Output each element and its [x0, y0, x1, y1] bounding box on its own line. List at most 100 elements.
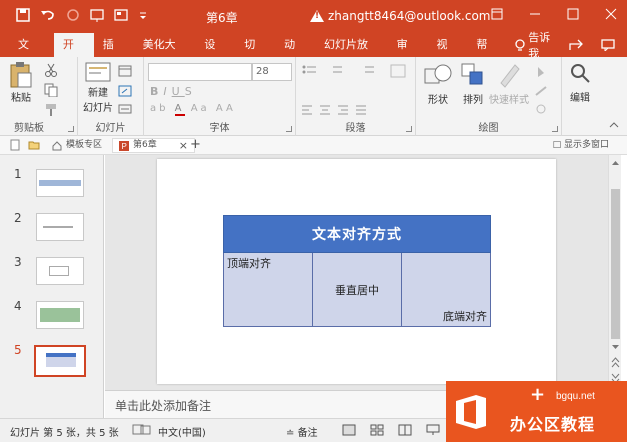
- tab-help[interactable]: 帮助: [467, 33, 507, 75]
- arrange-button[interactable]: 排列: [456, 61, 490, 106]
- bold-button[interactable]: B: [150, 85, 163, 98]
- paragraph-launcher[interactable]: [406, 126, 412, 132]
- ribbon-display-icon[interactable]: [491, 8, 503, 20]
- scroll-up-icon[interactable]: [611, 159, 620, 167]
- tab-beautify[interactable]: 美化大师: [134, 33, 196, 75]
- share-icon[interactable]: [569, 39, 583, 51]
- multi-window-toggle[interactable]: □ 显示多窗口: [553, 138, 609, 153]
- open-folder-icon[interactable]: [28, 140, 40, 150]
- tab-view[interactable]: 视图: [428, 33, 468, 75]
- slideshow-view-icon[interactable]: [426, 424, 440, 436]
- tab-home[interactable]: 开始: [53, 33, 94, 75]
- group-clipboard: 粘贴 剪贴板: [0, 57, 78, 136]
- cut-icon[interactable]: [44, 63, 58, 77]
- cell-top-aligned[interactable]: 顶端对齐: [223, 252, 313, 327]
- increase-font-icon[interactable]: A: [216, 103, 226, 114]
- copy-icon[interactable]: [44, 83, 58, 97]
- quick-styles-button[interactable]: 快速样式: [488, 61, 530, 106]
- comments-icon[interactable]: [601, 39, 615, 51]
- new-slide-button[interactable]: 新建 幻灯片: [82, 61, 114, 114]
- tab-slideshow[interactable]: 幻灯片放映: [315, 33, 388, 75]
- quick-access-toolbar: [16, 8, 148, 22]
- tab-transitions[interactable]: 切换: [235, 33, 275, 75]
- slides-group-label: 幻灯片: [95, 123, 126, 134]
- close-icon[interactable]: [605, 8, 617, 20]
- slide-thumbnail-3[interactable]: [36, 257, 84, 285]
- new-document-icon[interactable]: [10, 139, 20, 151]
- tab-design[interactable]: 设计: [195, 33, 235, 75]
- scroll-down-icon[interactable]: [611, 343, 620, 351]
- font-color-icon[interactable]: A: [174, 103, 185, 116]
- slide-thumbnail-1[interactable]: [36, 169, 84, 197]
- slide-sorter-icon[interactable]: [370, 424, 384, 436]
- quick-styles-icon: [500, 64, 520, 88]
- language-status[interactable]: 中文(中国): [158, 424, 206, 439]
- shape-effects-icon[interactable]: [534, 103, 552, 115]
- text-direction-icon[interactable]: [390, 64, 408, 78]
- tab-file[interactable]: 文件: [0, 33, 54, 75]
- line-spacing-icon[interactable]: [358, 65, 380, 77]
- shape-outline-icon[interactable]: [534, 85, 552, 97]
- account-info[interactable]: zhangtt8464@outlook.com: [310, 9, 491, 23]
- new-slide-icon: [85, 62, 111, 82]
- bullets-icon[interactable]: [302, 65, 324, 77]
- align-icons[interactable]: [302, 104, 402, 116]
- slide-5[interactable]: 文本对齐方式 顶端对齐 垂直居中 底端对齐: [157, 159, 556, 384]
- shadow-button[interactable]: S: [185, 85, 197, 98]
- tab-insert[interactable]: 插入: [94, 33, 134, 75]
- minimize-icon[interactable]: [529, 8, 541, 20]
- close-tab-icon[interactable]: ×: [179, 138, 188, 153]
- vertical-scrollbar[interactable]: [608, 155, 621, 390]
- save-icon[interactable]: [16, 8, 30, 22]
- layout-icon[interactable]: [118, 65, 136, 77]
- collapse-ribbon-icon[interactable]: [609, 121, 619, 129]
- multi-window-icon: □: [552, 140, 562, 150]
- maximize-icon[interactable]: [567, 8, 579, 20]
- font-launcher[interactable]: [286, 126, 292, 132]
- table-header[interactable]: 文本对齐方式: [223, 215, 491, 253]
- accessibility-icon[interactable]: [140, 424, 152, 436]
- alignment-table[interactable]: 文本对齐方式 顶端对齐 垂直居中 底端对齐: [223, 215, 491, 327]
- previous-slide-icon[interactable]: [611, 357, 620, 369]
- font-size-change-icon[interactable]: Aa: [191, 103, 210, 114]
- editing-button[interactable]: 编辑: [564, 61, 596, 104]
- slide-thumbnail-5[interactable]: [34, 345, 86, 377]
- text-highlight-icon[interactable]: ab: [150, 103, 168, 114]
- scrollbar-thumb[interactable]: [611, 189, 620, 339]
- decrease-font-icon[interactable]: A: [226, 103, 236, 114]
- cell-middle-aligned[interactable]: 垂直居中: [312, 252, 402, 327]
- customize-qat-icon[interactable]: [138, 8, 148, 22]
- paste-button[interactable]: 粘贴: [6, 61, 36, 104]
- italic-button[interactable]: I: [163, 85, 171, 98]
- tab-animations[interactable]: 动画: [275, 33, 315, 75]
- underline-button[interactable]: U: [172, 85, 185, 98]
- slide-icon[interactable]: [114, 8, 128, 22]
- notes-toggle[interactable]: ≐ 备注: [286, 424, 318, 439]
- drawing-launcher[interactable]: [552, 126, 558, 132]
- undo-icon[interactable]: [40, 8, 56, 22]
- normal-view-icon[interactable]: [342, 424, 356, 436]
- slide-thumbnail-2[interactable]: [36, 213, 84, 241]
- watermark-name: 办公区教程: [510, 415, 596, 434]
- clipboard-group-label: 剪贴板: [14, 123, 44, 134]
- new-slide-label-1: 新建: [88, 88, 108, 99]
- clipboard-launcher[interactable]: [68, 126, 74, 132]
- new-tab-icon[interactable]: +: [190, 137, 201, 152]
- redo-icon[interactable]: [66, 8, 80, 22]
- format-painter-icon[interactable]: [44, 103, 58, 117]
- reading-view-icon[interactable]: [398, 424, 412, 436]
- cell-bottom-aligned[interactable]: 底端对齐: [401, 252, 491, 327]
- present-icon[interactable]: [90, 8, 104, 22]
- shapes-button[interactable]: 形状: [420, 61, 456, 106]
- section-icon[interactable]: [118, 103, 136, 115]
- shape-fill-icon[interactable]: [534, 65, 552, 77]
- tab-document[interactable]: P 第6章 ×: [112, 138, 195, 153]
- notes-toggle-label: 备注: [297, 428, 318, 439]
- tab-template-zone[interactable]: 模板专区: [52, 138, 102, 153]
- reset-icon[interactable]: [118, 85, 136, 97]
- slide-thumbnail-4[interactable]: [36, 301, 84, 329]
- font-name-dropdown[interactable]: [148, 63, 252, 81]
- numbering-icon[interactable]: [328, 65, 350, 77]
- tab-review[interactable]: 审阅: [388, 33, 428, 75]
- font-size-dropdown[interactable]: 28: [252, 63, 292, 81]
